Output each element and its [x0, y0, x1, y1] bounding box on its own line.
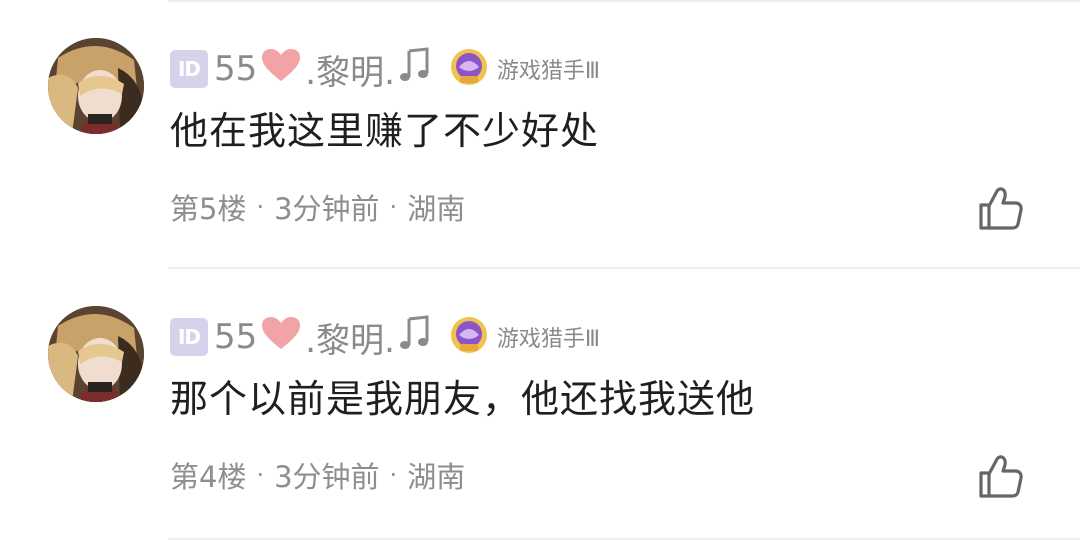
user-info-row: ID 55 .黎明. 游戏猎手Ⅲ	[170, 313, 601, 362]
heart-icon	[261, 316, 301, 359]
like-button[interactable]	[976, 451, 1026, 501]
username-prefix: 55	[214, 49, 258, 89]
user-title: 游戏猎手Ⅲ	[496, 59, 601, 84]
username-prefix: 55	[214, 317, 258, 357]
floor-number: 第5楼	[170, 192, 247, 226]
comment-meta: 第4楼 · 3分钟前 · 湖南	[170, 454, 465, 496]
id-badge: ID	[170, 318, 208, 356]
location: 湖南	[407, 460, 466, 494]
username-suffix: .黎明.	[305, 320, 395, 361]
comment-list: ID 55 .黎明. 游戏猎手Ⅲ 他在我这里赚了不少好处 第5楼 · 3分钟前 …	[0, 0, 1080, 540]
user-title: 游戏猎手Ⅲ	[496, 327, 601, 352]
location: 湖南	[407, 192, 466, 226]
medal-icon[interactable]	[449, 315, 489, 359]
avatar[interactable]	[48, 38, 144, 134]
medal-icon[interactable]	[449, 47, 489, 91]
comment-meta: 第5楼 · 3分钟前 · 湖南	[170, 186, 465, 228]
floor-number: 第4楼	[170, 460, 247, 494]
music-note-icon	[399, 46, 431, 92]
timestamp: 3分钟前	[274, 460, 380, 494]
user-info-row: ID 55 .黎明. 游戏猎手Ⅲ	[170, 45, 601, 94]
music-note-icon	[399, 314, 431, 360]
id-badge: ID	[170, 50, 208, 88]
avatar[interactable]	[48, 306, 144, 402]
comment-text: 那个以前是我朋友，他还找我送他	[170, 377, 756, 421]
comment-item: ID 55 .黎明. 游戏猎手Ⅲ 那个以前是我朋友，他还找我送他 第4楼 · 3…	[0, 268, 1080, 536]
separator: ·	[256, 193, 265, 221]
separator: ·	[389, 461, 398, 489]
heart-icon	[261, 48, 301, 91]
thumbs-up-icon	[979, 455, 1023, 498]
comment-text: 他在我这里赚了不少好处	[170, 109, 600, 153]
timestamp: 3分钟前	[274, 192, 380, 226]
username[interactable]: 55 .黎明.	[214, 45, 431, 94]
like-button[interactable]	[976, 183, 1026, 233]
username-suffix: .黎明.	[305, 52, 395, 93]
comment-item: ID 55 .黎明. 游戏猎手Ⅲ 他在我这里赚了不少好处 第5楼 · 3分钟前 …	[0, 0, 1080, 268]
separator: ·	[389, 193, 398, 221]
separator: ·	[256, 461, 265, 489]
username[interactable]: 55 .黎明.	[214, 313, 431, 362]
thumbs-up-icon	[979, 187, 1023, 230]
